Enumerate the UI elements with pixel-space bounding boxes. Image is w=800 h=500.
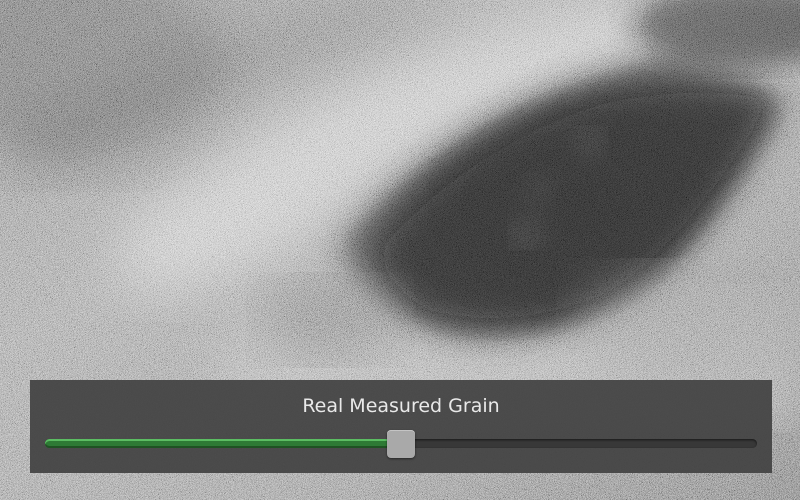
slider-thumb[interactable] <box>387 430 415 458</box>
panel-title: Real Measured Grain <box>302 395 500 417</box>
grain-slider[interactable] <box>45 430 757 458</box>
slider-fill <box>45 439 401 448</box>
grain-control-panel: Real Measured Grain <box>30 380 772 473</box>
viewer: Real Measured Grain <box>0 0 800 500</box>
